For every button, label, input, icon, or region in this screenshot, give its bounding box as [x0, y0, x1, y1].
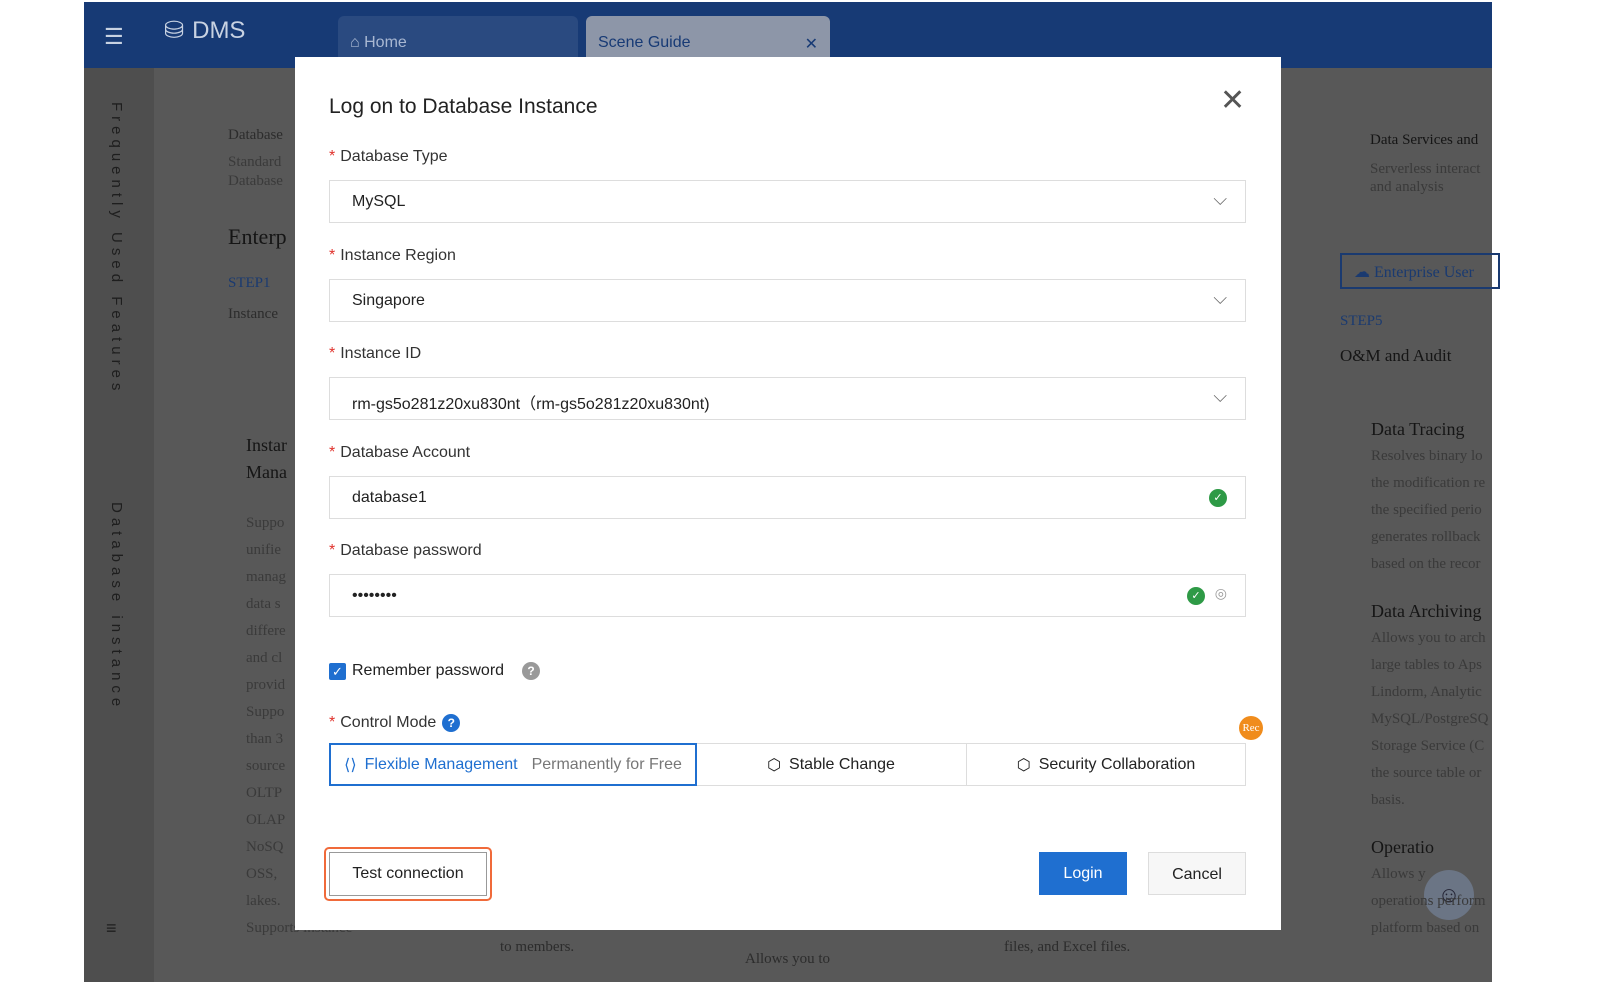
control-mode-label: * Control Mode? [329, 714, 461, 732]
shield-icon: ⬡ [1016, 756, 1031, 774]
chevron-down-icon: ⌵ [1213, 386, 1227, 406]
option-flexible-management[interactable]: ⟨⟩ Flexible Management Permanently for Fre… [329, 743, 697, 786]
database-account-input[interactable]: database1 ✓ [329, 476, 1246, 519]
database-password-input[interactable]: •••••••• ✓ ◎ [329, 574, 1246, 617]
bg-right-sections: Data Tracing Resolves binary lo the modi… [1371, 419, 1489, 936]
option-stable-change[interactable]: ⬡ Stable Change [696, 744, 966, 785]
home-icon: ⌂ [350, 34, 365, 51]
hexagon-gear-icon: ⬡ [767, 756, 782, 774]
enterprise-user-button[interactable]: ☁ Enterprise User [1340, 253, 1500, 289]
left-sidebar: Frequently Used Features Database instan… [84, 68, 154, 982]
step5-label: STEP5 [1340, 313, 1383, 329]
help-icon[interactable]: ? [522, 662, 541, 680]
check-circle-icon: ✓ [1209, 489, 1227, 507]
chevron-down-icon: ⌵ [1213, 288, 1227, 308]
instance-id-select[interactable]: rm-gs5o281z20xu830nt（rm-gs5o281z20xu830n… [329, 377, 1246, 420]
instance-region-label: * Instance Region [329, 247, 456, 264]
test-connection-button[interactable]: Test connection [329, 852, 487, 896]
login-dialog: Log on to Database Instance ✕ * Database … [295, 57, 1281, 930]
database-logo-icon: ⛁ [164, 17, 185, 44]
close-icon[interactable]: ✕ [1220, 83, 1245, 118]
help-icon[interactable]: ? [442, 714, 461, 732]
sidebar-frequently-used[interactable]: Frequently Used Features [108, 102, 125, 395]
remember-password-checkbox[interactable]: ✓ Remember password? [329, 662, 541, 680]
code-shield-icon: ⟨⟩ [344, 756, 357, 774]
database-type-select[interactable]: MySQL ⌵ [329, 180, 1246, 223]
dms-logo[interactable]: ⛁ DMS [164, 16, 245, 45]
option-security-collaboration[interactable]: ⬡ Security Collaboration [966, 744, 1245, 785]
instance-region-select[interactable]: Singapore ⌵ [329, 279, 1246, 322]
instance-id-label: * Instance ID [329, 345, 422, 362]
close-tab-icon[interactable]: ✕ [805, 34, 818, 54]
bg-text: Allows you to [745, 951, 831, 967]
hamburger-menu-icon[interactable]: ☰ [104, 24, 124, 50]
database-account-label: * Database Account [329, 444, 471, 461]
step5-title: O&M and Audit [1340, 346, 1452, 365]
checkbox-checked-icon[interactable]: ✓ [329, 662, 346, 680]
bg-left-column: Database Standard Database Enterp STEP1 … [228, 127, 287, 322]
dialog-title: Log on to Database Instance [329, 95, 598, 118]
collapse-list-icon[interactable]: ≡ [106, 918, 117, 939]
login-button[interactable]: Login [1039, 852, 1127, 895]
database-password-label: * Database password [329, 542, 482, 559]
cancel-button[interactable]: Cancel [1148, 852, 1246, 895]
database-type-label: * Database Type [329, 148, 448, 165]
check-circle-icon: ✓ [1187, 587, 1205, 605]
users-icon: ☁ [1354, 264, 1374, 281]
bg-right-header: Data Services and Serverless interact an… [1370, 132, 1481, 195]
chevron-down-icon: ⌵ [1213, 189, 1227, 209]
recommended-badge: Rec [1239, 716, 1263, 740]
sidebar-database-instance[interactable]: Database instance [108, 502, 125, 711]
bg-text: to members. [500, 939, 575, 955]
eye-hidden-icon[interactable]: ◎ [1215, 585, 1227, 602]
bg-text: files, and Excel files. [1004, 939, 1131, 955]
control-mode-selector: ⟨⟩ Flexible Management Permanently for Fre… [329, 743, 1246, 786]
test-connection-highlight: Test connection [324, 847, 492, 901]
